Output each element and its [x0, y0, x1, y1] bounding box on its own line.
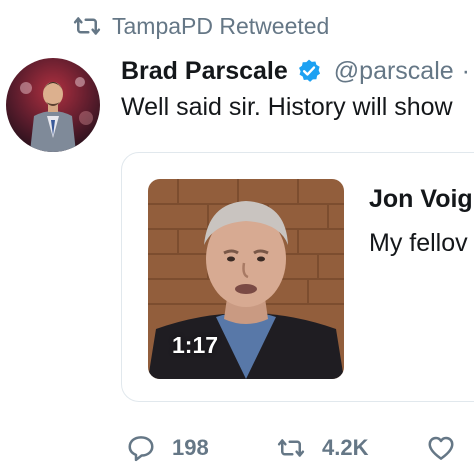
author-handle[interactable]: @parscale — [334, 57, 454, 86]
tweet-text: Well said sir. History will show — [121, 93, 453, 121]
video-duration: 1:17 — [172, 332, 219, 358]
verified-badge-icon — [298, 59, 320, 82]
retweet-icon — [277, 439, 305, 457]
quoted-tweet-text: My fellov — [369, 229, 468, 257]
reply-icon — [128, 436, 154, 462]
avatar[interactable] — [6, 58, 100, 152]
reply-count: 198 — [172, 435, 209, 460]
retweet-count: 4.2K — [322, 435, 369, 460]
like-button[interactable] — [426, 433, 456, 463]
retweet-button[interactable]: 4.2K — [276, 433, 426, 463]
author-name[interactable]: Brad Parscale — [121, 57, 288, 86]
quoted-author-name: Jon Voig — [369, 185, 473, 213]
tweet-page: TampaPD Retweeted Brad Parscale @parscal… — [0, 0, 474, 474]
quoted-tweet-card[interactable]: 1:17 Jon Voig My fellov — [121, 152, 474, 402]
tweet-actions: 198 4.2K — [126, 428, 456, 468]
heart-icon — [428, 436, 454, 460]
separator-dot: · — [461, 56, 470, 85]
reply-button[interactable]: 198 — [126, 433, 276, 463]
quoted-tweet-video[interactable]: 1:17 — [148, 179, 344, 379]
retweet-context[interactable]: TampaPD Retweeted — [72, 10, 329, 42]
tweet-header: Brad Parscale @parscale · — [121, 52, 470, 90]
retweet-context-label: TampaPD Retweeted — [112, 12, 330, 39]
avatar-image — [6, 58, 100, 152]
retweet-icon — [73, 17, 101, 35]
